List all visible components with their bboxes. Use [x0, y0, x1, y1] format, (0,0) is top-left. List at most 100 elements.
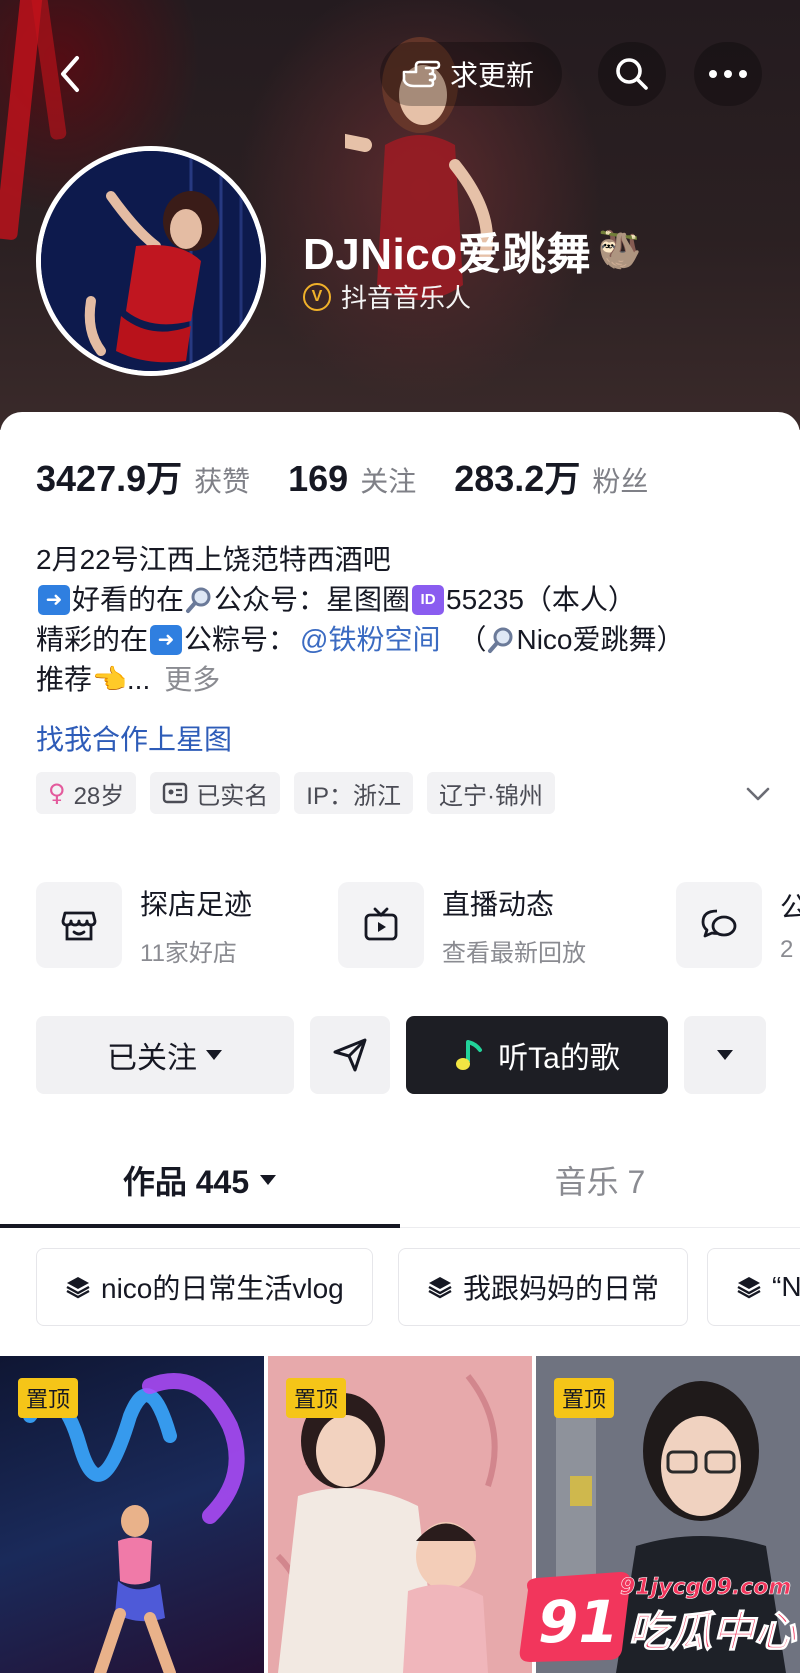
- collection-label: nico的日常生活vlog: [101, 1273, 344, 1304]
- bio-text: 公粽号：: [184, 624, 297, 655]
- tag-hometown: 辽宁·锦州: [426, 772, 555, 814]
- pinned-badge: 置顶: [18, 1378, 79, 1418]
- id-badge: ID: [412, 585, 445, 615]
- chat-bubbles-icon: [701, 909, 737, 938]
- entry-group-chat[interactable]: 公 2: [676, 882, 800, 968]
- entry-title: 直播动态: [442, 888, 555, 920]
- bio-more-button[interactable]: 更多: [164, 660, 220, 700]
- stat-following[interactable]: 169 关注: [288, 458, 416, 500]
- avatar[interactable]: [36, 146, 266, 376]
- bio-text: 好看的在: [72, 584, 185, 615]
- caret-down-icon: [717, 1050, 733, 1060]
- stat-label: 关注: [360, 466, 417, 497]
- nickname-text: DJNico爱跳舞: [303, 230, 592, 279]
- female-icon: ♀: [48, 779, 66, 807]
- tab-works[interactable]: 作品 445: [0, 1132, 400, 1228]
- pointing-hand-emoji: 👈: [92, 663, 127, 696]
- top-bar: 求更新: [0, 38, 800, 110]
- sloth-emoji: 🦥: [597, 230, 643, 271]
- recommend-dropdown-button[interactable]: [684, 1016, 766, 1094]
- pinned-badge: 置顶: [286, 1378, 347, 1418]
- collection-chip[interactable]: “N: [707, 1248, 800, 1326]
- video-thumbnail[interactable]: 置顶: [268, 1356, 532, 1673]
- mention-link[interactable]: @铁粉空间: [300, 620, 440, 660]
- stat-label: 获赞: [194, 466, 251, 497]
- collection-chip[interactable]: nico的日常生活vlog: [36, 1248, 373, 1326]
- stat-value: 3427.9万: [36, 458, 183, 499]
- entry-icon-box: [338, 882, 424, 968]
- entry-icon-box: [36, 882, 122, 968]
- entry-title: 探店足迹: [140, 888, 253, 920]
- tag-label: 已实名: [196, 782, 269, 810]
- expand-tags-button[interactable]: [738, 774, 778, 814]
- paper-plane-icon: [333, 1038, 367, 1072]
- more-options-button[interactable]: [694, 42, 762, 106]
- tag-verified-identity: 已实名: [150, 772, 281, 814]
- entry-store-visits[interactable]: 探店足迹 11家好店: [36, 882, 252, 968]
- verification-badge[interactable]: V 抖音音乐人: [303, 278, 471, 315]
- bio-text: Nico爱跳舞）: [516, 624, 685, 655]
- collection-chip[interactable]: 我跟妈妈的日常: [398, 1248, 689, 1326]
- content-tabs: 作品 445 音乐 7: [0, 1132, 800, 1228]
- bio-text: 推荐: [36, 664, 93, 695]
- magnifier-icon: [488, 627, 513, 653]
- request-update-button[interactable]: 求更新: [380, 42, 563, 106]
- id-card-icon: [163, 782, 188, 804]
- send-message-button[interactable]: [310, 1016, 390, 1094]
- stat-value: 283.2万: [454, 458, 581, 499]
- nickname: DJNico爱跳舞 🦥: [303, 218, 642, 282]
- shop-icon: [61, 911, 97, 941]
- caret-down-icon: [206, 1050, 222, 1060]
- entry-live-updates[interactable]: 直播动态 查看最新回放: [338, 882, 586, 968]
- search-icon: [616, 58, 648, 90]
- bio-line: 2月22号江西上饶范特西酒吧: [36, 540, 776, 580]
- pinned-badge: 置顶: [554, 1378, 615, 1418]
- listen-songs-button[interactable]: 听Ta的歌: [406, 1016, 668, 1094]
- search-button[interactable]: [598, 42, 666, 106]
- active-tab-indicator: [0, 1224, 400, 1228]
- bio: 2月22号江西上饶范特西酒吧 ➜ 好看的在 公众号：星图圈 ID 55235（本…: [36, 540, 776, 700]
- chevron-down-icon: [746, 787, 770, 801]
- collection-chips: nico的日常生活vlog 我跟妈妈的日常 “N: [36, 1248, 800, 1328]
- profile-card: 3427.9万 获赞 169 关注 283.2万 粉丝 2月22号江西上饶范特西…: [0, 412, 800, 1673]
- tab-label: 作品 445: [122, 1164, 250, 1200]
- tab-music[interactable]: 音乐 7: [400, 1132, 800, 1228]
- watermark-slogan: 吃瓜中心: [628, 1607, 797, 1656]
- more-dots-icon: [709, 70, 747, 78]
- collection-label: “N: [772, 1271, 800, 1302]
- entry-subtitle: 查看最新回放: [442, 939, 586, 967]
- tag-ip-location: IP：浙江: [294, 772, 413, 814]
- following-button[interactable]: 已关注: [36, 1016, 294, 1094]
- watermark-number: 91: [538, 1588, 619, 1656]
- cooperation-link[interactable]: 找我合作上星图: [36, 718, 232, 758]
- entry-subtitle: 2: [780, 936, 794, 963]
- stat-label: 粉丝: [592, 466, 649, 497]
- tag-label: 辽宁·锦州: [438, 782, 543, 810]
- pointing-hand-icon: [402, 60, 441, 88]
- stack-icon: [428, 1277, 452, 1299]
- tag-age: ♀ 28岁: [36, 772, 137, 814]
- tag-label: 28岁: [73, 782, 125, 810]
- arrow-right-icon: ➜: [38, 585, 70, 615]
- video-thumbnail[interactable]: 置顶: [0, 1356, 264, 1673]
- stack-icon: [66, 1277, 90, 1299]
- bio-text: 55235（本人）: [446, 584, 636, 615]
- stat-value: 169: [288, 458, 349, 499]
- profile-header: 求更新 DJNico爱跳舞 🦥 V 抖音音乐人: [0, 0, 800, 430]
- music-note-icon: [456, 1040, 483, 1070]
- verified-icon: V: [303, 282, 331, 311]
- collection-label: 我跟妈妈的日常: [463, 1273, 660, 1304]
- bio-line: ➜ 好看的在 公众号：星图圈 ID 55235（本人）: [36, 580, 776, 620]
- site-watermark-logo: 91 91jycg09.com 吃瓜中心: [519, 1572, 798, 1662]
- tag-label: IP：浙江: [306, 782, 401, 810]
- entry-icon-box: [676, 882, 762, 968]
- bio-text: 精彩的在: [36, 624, 149, 655]
- caret-down-icon: [260, 1175, 277, 1185]
- stat-followers[interactable]: 283.2万 粉丝: [454, 450, 648, 502]
- watermark-domain: 91jycg09.com: [620, 1575, 791, 1600]
- bio-text: （: [458, 624, 487, 655]
- bio-line: 精彩的在 ➜ 公粽号： @铁粉空间 （ Nico爱跳舞）: [36, 620, 776, 660]
- back-button[interactable]: [46, 50, 94, 98]
- listen-songs-label: 听Ta的歌: [498, 1042, 620, 1075]
- stat-likes[interactable]: 3427.9万 获赞: [36, 450, 250, 502]
